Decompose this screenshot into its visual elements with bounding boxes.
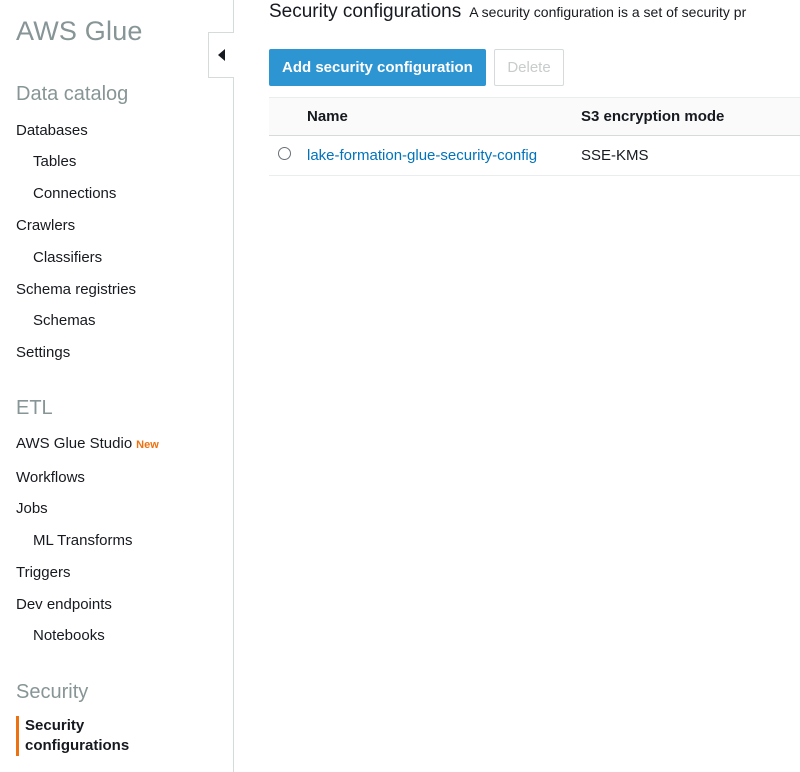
security-configurations-table: Name S3 encryption mode lake-formation-g… — [269, 97, 800, 176]
sidebar-item-notebooks[interactable]: Notebooks — [33, 627, 105, 644]
page-header: Security configurations A security config… — [269, 1, 746, 23]
row-select-radio[interactable] — [278, 147, 291, 160]
new-badge: New — [136, 439, 159, 451]
add-security-configuration-button[interactable]: Add security configuration — [269, 49, 486, 86]
table-row: lake-formation-glue-security-config SSE-… — [269, 136, 800, 176]
sidebar-item-glue-studio[interactable]: AWS Glue Studio New — [16, 435, 159, 452]
sidebar-item-workflows[interactable]: Workflows — [16, 469, 85, 486]
sidebar-item-schema-registries[interactable]: Schema registries — [16, 281, 136, 298]
sidebar-item-settings[interactable]: Settings — [16, 344, 70, 361]
sidebar-item-tables[interactable]: Tables — [33, 153, 76, 170]
sidebar-item-jobs[interactable]: Jobs — [16, 500, 48, 517]
column-header-s3-encryption-mode[interactable]: S3 encryption mode — [581, 108, 724, 125]
table-header: Name S3 encryption mode — [269, 97, 800, 136]
s3-encryption-mode-cell: SSE-KMS — [581, 147, 649, 164]
sidebar-item-classifiers[interactable]: Classifiers — [33, 249, 102, 266]
caret-left-icon — [217, 49, 225, 61]
sidebar-nav: AWS Glue Data catalog Databases Tables C… — [0, 0, 234, 772]
config-name-link[interactable]: lake-formation-glue-security-config — [307, 147, 537, 164]
sidebar-item-label: AWS Glue Studio — [16, 435, 133, 452]
sidebar-collapse-button[interactable] — [208, 32, 234, 78]
delete-button[interactable]: Delete — [494, 49, 564, 86]
sidebar-item-label: Security — [25, 717, 85, 734]
section-title-etl: ETL — [16, 397, 53, 419]
sidebar-item-databases[interactable]: Databases — [16, 122, 88, 139]
column-header-name[interactable]: Name — [307, 108, 348, 125]
sidebar-item-crawlers[interactable]: Crawlers — [16, 217, 75, 234]
page-title: Security configurations — [269, 1, 462, 22]
app-window: AWS Glue Data catalog Databases Tables C… — [0, 0, 800, 772]
sidebar-item-schemas[interactable]: Schemas — [33, 312, 96, 329]
sidebar-item-label: configurations — [25, 737, 130, 754]
section-title-data-catalog: Data catalog — [16, 83, 129, 105]
section-title-security: Security — [16, 681, 89, 703]
brand-title: AWS Glue — [16, 16, 143, 46]
sidebar-item-triggers[interactable]: Triggers — [16, 564, 70, 581]
main-content: Security configurations A security config… — [235, 0, 800, 772]
sidebar-item-connections[interactable]: Connections — [33, 185, 116, 202]
page-description: A security configuration is a set of sec… — [469, 4, 747, 20]
sidebar-item-ml-transforms[interactable]: ML Transforms — [33, 532, 132, 549]
sidebar-item-dev-endpoints[interactable]: Dev endpoints — [16, 596, 112, 613]
sidebar-item-security-configurations[interactable]: Security configurations — [16, 716, 165, 756]
